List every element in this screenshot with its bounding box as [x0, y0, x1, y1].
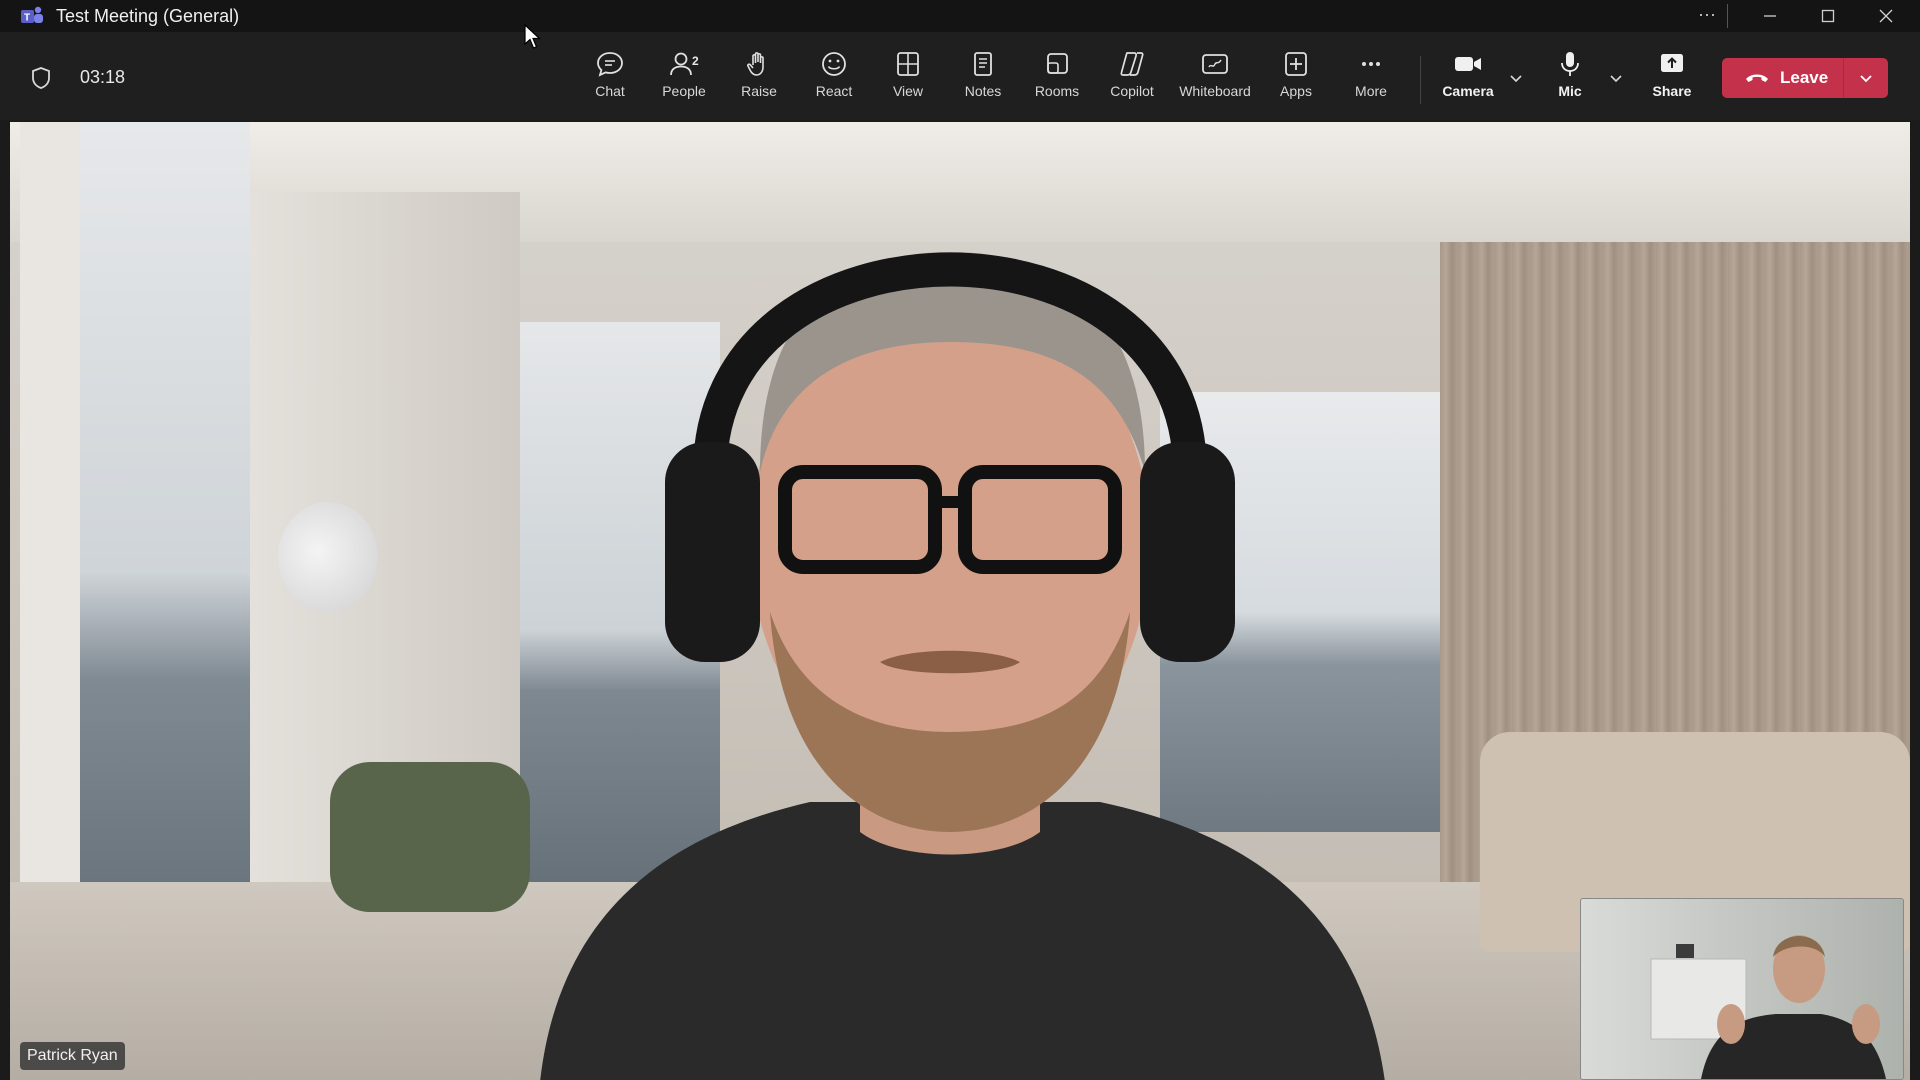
background-mirror [278, 502, 378, 612]
notes-label: Notes [964, 83, 1002, 99]
microphone-icon [1561, 52, 1579, 76]
shield-icon[interactable] [30, 66, 52, 95]
view-button[interactable]: View [873, 50, 943, 110]
more-label: More [1355, 83, 1387, 99]
leave-label: Leave [1780, 68, 1829, 87]
chat-label: Chat [595, 83, 625, 99]
notes-button[interactable]: Notes [948, 50, 1018, 110]
more-button[interactable]: More [1336, 50, 1406, 110]
leave-options-button[interactable] [1844, 58, 1888, 98]
rooms-label: Rooms [1034, 83, 1080, 99]
close-button[interactable] [1866, 2, 1906, 30]
react-button[interactable]: React [799, 50, 869, 110]
rooms-button[interactable]: Rooms [1022, 50, 1092, 110]
hang-up-icon [1746, 74, 1768, 82]
toolbar-divider [1420, 56, 1421, 104]
copilot-button[interactable]: Copilot [1097, 50, 1167, 110]
leave-button[interactable]: Leave [1722, 58, 1842, 98]
view-grid-icon [897, 52, 919, 76]
participant-video [540, 252, 1385, 1080]
raise-hand-button[interactable]: Raise [724, 50, 794, 110]
teams-logo-icon: T [20, 5, 44, 27]
view-label: View [892, 83, 924, 99]
self-view-person [1650, 935, 1886, 1079]
meeting-timer: 03:18 [80, 67, 126, 87]
copilot-icon [1120, 52, 1144, 76]
whiteboard-button[interactable]: Whiteboard [1173, 50, 1257, 110]
apps-button[interactable]: Apps [1261, 50, 1331, 110]
maximize-button[interactable] [1808, 2, 1848, 30]
people-button[interactable]: 2 People [649, 50, 719, 110]
participant-name-tag: Patrick Ryan [20, 1042, 125, 1070]
apps-label: Apps [1280, 83, 1312, 99]
copilot-label: Copilot [1110, 83, 1154, 99]
camera-label: Camera [1442, 83, 1494, 99]
people-label: People [662, 83, 706, 99]
apps-icon [1285, 52, 1307, 76]
whiteboard-icon [1202, 54, 1228, 74]
camera-button[interactable]: Camera [1433, 50, 1503, 110]
rooms-icon [1047, 53, 1068, 74]
minimize-icon [1764, 15, 1776, 17]
mic-options-chevron-icon[interactable] [1606, 68, 1626, 88]
people-count-badge: 2 [692, 54, 699, 68]
raise-label: Raise [741, 83, 777, 99]
mic-button[interactable]: Mic [1535, 50, 1605, 110]
more-icon [1362, 62, 1380, 66]
whiteboard-label: Whiteboard [1179, 83, 1251, 99]
chevron-down-icon [1860, 75, 1872, 83]
notes-icon [974, 52, 992, 76]
mouse-cursor-icon [524, 23, 542, 55]
title-bar: T Test Meeting (General) ··· [0, 0, 1920, 32]
share-label: Share [1652, 83, 1692, 99]
share-button[interactable]: Share [1637, 50, 1707, 110]
share-icon [1661, 54, 1683, 72]
window-title: Test Meeting (General) [56, 6, 240, 26]
smile-icon [822, 52, 846, 76]
self-view-video[interactable] [1580, 898, 1904, 1080]
minimize-button[interactable] [1750, 2, 1790, 30]
title-divider [1727, 4, 1728, 28]
svg-text:T: T [24, 13, 30, 24]
window-more-icon[interactable]: ··· [1692, 4, 1722, 28]
hand-icon [747, 52, 764, 76]
chat-button[interactable]: Chat [575, 50, 645, 110]
maximize-icon [1821, 9, 1835, 23]
camera-options-chevron-icon[interactable] [1506, 68, 1526, 88]
react-label: React [815, 83, 853, 99]
camera-icon [1455, 57, 1481, 71]
mic-label: Mic [1558, 83, 1582, 99]
close-icon [1879, 9, 1893, 23]
leave-button-group: Leave [1722, 58, 1888, 98]
chat-icon [597, 52, 623, 77]
